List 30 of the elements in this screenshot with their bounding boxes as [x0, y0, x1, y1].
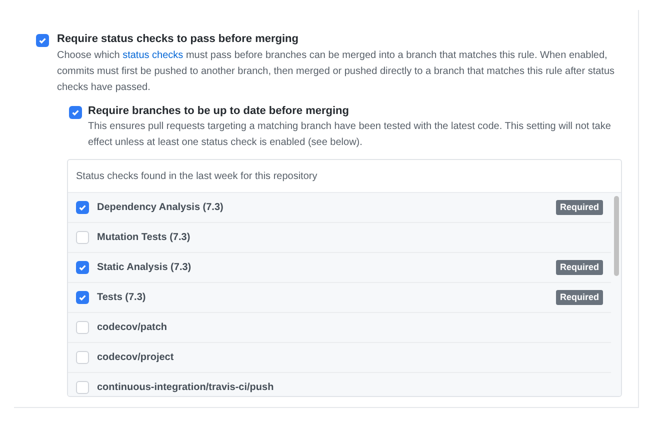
status-checks-link[interactable]: status checks — [122, 50, 184, 61]
check-icon — [71, 108, 80, 117]
check-name: codecov/project — [97, 351, 175, 365]
checkbox[interactable] — [69, 106, 82, 119]
required-label: Required — [556, 260, 603, 276]
required-label: Required — [556, 200, 603, 216]
check-icon — [38, 36, 47, 45]
check-name: codecov/patch — [97, 321, 168, 335]
required-label: Required — [556, 290, 603, 306]
checkbox[interactable] — [76, 351, 89, 364]
sub-rule-title: Require branches to be up to date before merging — [88, 104, 350, 119]
sub-rule-description: This ensures pull requests targeting a matching branch have been tested with the latest code. This setting will not take effect unless at least one status check is enabled (see below). — [88, 120, 612, 150]
check-icon — [78, 203, 87, 212]
checkbox[interactable] — [76, 261, 89, 274]
rule-description: Choose which status checks must pass before branches can be merged into a branch that matches this rule. When enabled, commits must first be pushed to another branch, then merged or pushed directly to a branch that matches this rule after status checks have passed. — [57, 49, 616, 95]
checkbox[interactable] — [76, 381, 89, 394]
check-icon — [78, 293, 87, 302]
checkbox[interactable] — [36, 34, 49, 47]
check-name: Tests (7.3) — [97, 291, 147, 305]
check-name: Static Analysis (7.3) — [97, 261, 192, 275]
checkbox[interactable] — [76, 201, 89, 214]
check-icon — [78, 263, 87, 272]
check-name: continuous-integration/travis-ci/push — [97, 381, 275, 395]
rule-title: Require status checks to pass before merging — [57, 32, 300, 47]
check-name: Mutation Tests (7.3) — [97, 231, 192, 245]
checkbox[interactable] — [76, 231, 89, 244]
checkbox[interactable] — [76, 321, 89, 334]
check-name: Dependency Analysis (7.3) — [97, 201, 224, 215]
scrollbar-thumb[interactable] — [614, 196, 618, 276]
checkbox[interactable] — [76, 291, 89, 304]
